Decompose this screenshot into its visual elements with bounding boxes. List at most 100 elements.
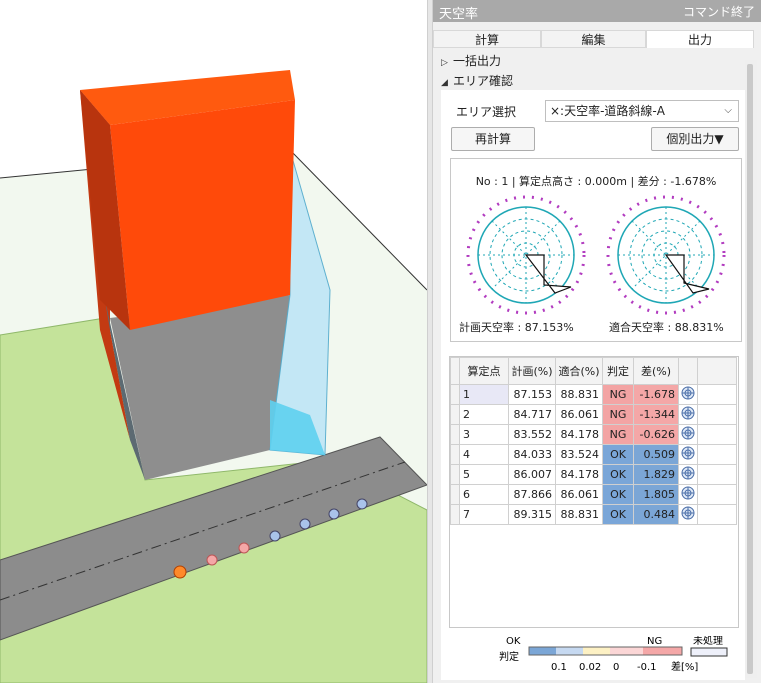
section-bulk-output[interactable]: ▷ 一括出力 xyxy=(441,52,501,69)
legend: OK NG 未処理 判定 0.1 0.02 0 -0.1 差[%] xyxy=(441,634,745,680)
area-check-content: エリア選択 ×:天空率-道路斜線-A ⌵ 再計算 個別出力▼ No : 1 | … xyxy=(441,90,745,680)
tab-calc[interactable]: 計算 xyxy=(433,30,541,48)
cell-judge: OK xyxy=(602,464,634,485)
cell-diff: -1.678 xyxy=(633,384,679,405)
table-row[interactable]: 7 89.315 88.831 OK 0.484 xyxy=(450,504,737,525)
row-header xyxy=(450,404,460,425)
section-area-check[interactable]: ◢ エリア確認 xyxy=(441,72,513,89)
cell-calc-point: 2 xyxy=(459,404,509,425)
cell-calc-point: 3 xyxy=(459,424,509,445)
legend-bar: OK NG 未処理 判定 0.1 0.02 0 -0.1 差[%] xyxy=(499,634,728,673)
target-icon[interactable] xyxy=(678,444,698,465)
col-calc-point[interactable]: 算定点 xyxy=(459,357,509,385)
table-row[interactable]: 6 87.866 86.061 OK 1.805 xyxy=(450,484,737,505)
table-row[interactable]: 4 84.033 83.524 OK 0.509 xyxy=(450,444,737,465)
compliant-sky-ratio: 適合天空率 : 88.831% xyxy=(609,321,724,334)
row-header xyxy=(450,424,460,445)
info-line: No : 1 | 算定点高さ : 0.000m | 差分 : -1.678% xyxy=(475,175,717,188)
compliant-sky-diagram xyxy=(606,195,726,315)
legend-tick-2: 0.02 xyxy=(579,662,601,673)
tab-output[interactable]: 出力 xyxy=(646,30,754,48)
cell-fit: 88.831 xyxy=(555,504,603,525)
cell-calc-point: 5 xyxy=(459,464,509,485)
cell-judge: OK xyxy=(602,444,634,465)
table-header-row: 算定点 計画(%) 適合(%) 判定 差(%) xyxy=(450,357,737,385)
cell-plan: 86.007 xyxy=(508,464,556,485)
cell-judge: NG xyxy=(602,404,634,425)
cell-plan: 87.153 xyxy=(508,384,556,405)
cell-empty xyxy=(697,464,737,485)
col-judge[interactable]: 判定 xyxy=(602,357,634,385)
tab-bar: 計算 編集 出力 xyxy=(433,30,755,48)
cell-judge: OK xyxy=(602,504,634,525)
target-icon[interactable] xyxy=(678,424,698,445)
col-diff[interactable]: 差(%) xyxy=(633,357,679,385)
row-header xyxy=(450,444,460,465)
table-row[interactable]: 5 86.007 84.178 OK 1.829 xyxy=(450,464,737,485)
area-select-dropdown[interactable]: ×:天空率-道路斜線-A ⌵ xyxy=(545,100,739,122)
command-end-button[interactable]: コマンド終了 xyxy=(683,3,755,20)
target-icon[interactable] xyxy=(678,464,698,485)
sky-diagram-panel: No : 1 | 算定点高さ : 0.000m | 差分 : -1.678% 計… xyxy=(450,158,742,342)
legend-ng-text: NG xyxy=(647,636,662,647)
panel-title: 天空率 xyxy=(439,7,479,22)
cell-plan: 89.315 xyxy=(508,504,556,525)
col-fit[interactable]: 適合(%) xyxy=(555,357,603,385)
table-row[interactable]: 2 84.717 86.061 NG -1.344 xyxy=(450,404,737,425)
scene-3d[interactable] xyxy=(0,0,427,683)
cell-diff: -1.344 xyxy=(633,404,679,425)
legend-tick-1: 0.1 xyxy=(551,662,567,673)
cell-empty xyxy=(697,384,737,405)
cell-empty xyxy=(697,484,737,505)
table-row[interactable]: 3 83.552 84.178 NG -0.626 xyxy=(450,424,737,445)
cell-empty xyxy=(697,444,737,465)
col-empty xyxy=(697,357,737,385)
cell-judge: OK xyxy=(602,484,634,505)
cell-plan: 84.033 xyxy=(508,444,556,465)
col-icon xyxy=(678,357,698,385)
plan-sky-diagram xyxy=(466,195,586,315)
section-label: 一括出力 xyxy=(453,54,502,68)
row-header xyxy=(450,504,460,525)
expand-icon: ▷ xyxy=(441,58,448,68)
cell-plan: 83.552 xyxy=(508,424,556,445)
panel-scrollbar[interactable] xyxy=(745,60,757,678)
cell-diff: -0.626 xyxy=(633,424,679,445)
area-select-value: ×:天空率-道路斜線-A xyxy=(550,104,665,118)
col-plan[interactable]: 計画(%) xyxy=(508,357,556,385)
cell-fit: 84.178 xyxy=(555,464,603,485)
target-icon[interactable] xyxy=(678,504,698,525)
plan-sky-ratio: 計画天空率 : 87.153% xyxy=(459,321,574,334)
cell-fit: 86.061 xyxy=(555,484,603,505)
cell-judge: NG xyxy=(602,384,634,405)
sky-diagrams xyxy=(466,195,726,315)
row-header xyxy=(450,384,460,405)
legend-ok-text: OK xyxy=(506,636,521,647)
table-row[interactable]: 1 87.153 88.831 NG -1.678 xyxy=(450,384,737,405)
row-header xyxy=(450,484,460,505)
sky-ratio-panel: 天空率 コマンド終了 計算 編集 出力 ▷ 一括出力 ◢ エリア確認 エリア選択 ×… xyxy=(433,0,761,683)
target-icon[interactable] xyxy=(678,384,698,405)
legend-diff-text: 差[%] xyxy=(671,660,698,673)
legend-tick-3: 0 xyxy=(613,662,619,673)
cell-calc-point: 4 xyxy=(459,444,509,465)
cell-plan: 84.717 xyxy=(508,404,556,425)
legend-tick-4: -0.1 xyxy=(637,662,657,673)
recalc-button[interactable]: 再計算 xyxy=(451,127,535,151)
legend-judge-text: 判定 xyxy=(499,650,519,663)
cell-calc-point: 7 xyxy=(459,504,509,525)
cell-calc-point: 1 xyxy=(459,384,509,405)
section-label: エリア確認 xyxy=(453,74,514,88)
cell-empty xyxy=(697,504,737,525)
3d-viewport[interactable] xyxy=(0,0,427,683)
cell-fit: 86.061 xyxy=(555,404,603,425)
individual-output-button[interactable]: 個別出力▼ xyxy=(651,127,739,151)
target-icon[interactable] xyxy=(678,484,698,505)
target-icon[interactable] xyxy=(678,404,698,425)
results-table-container: 算定点 計画(%) 適合(%) 判定 差(%) 1 87.153 88.831 NG -… xyxy=(449,356,739,628)
tab-edit[interactable]: 編集 xyxy=(541,30,646,48)
scrollbar-thumb[interactable] xyxy=(747,64,753,674)
cell-empty xyxy=(697,424,737,445)
row-header xyxy=(450,464,460,485)
collapse-icon: ◢ xyxy=(441,78,448,88)
